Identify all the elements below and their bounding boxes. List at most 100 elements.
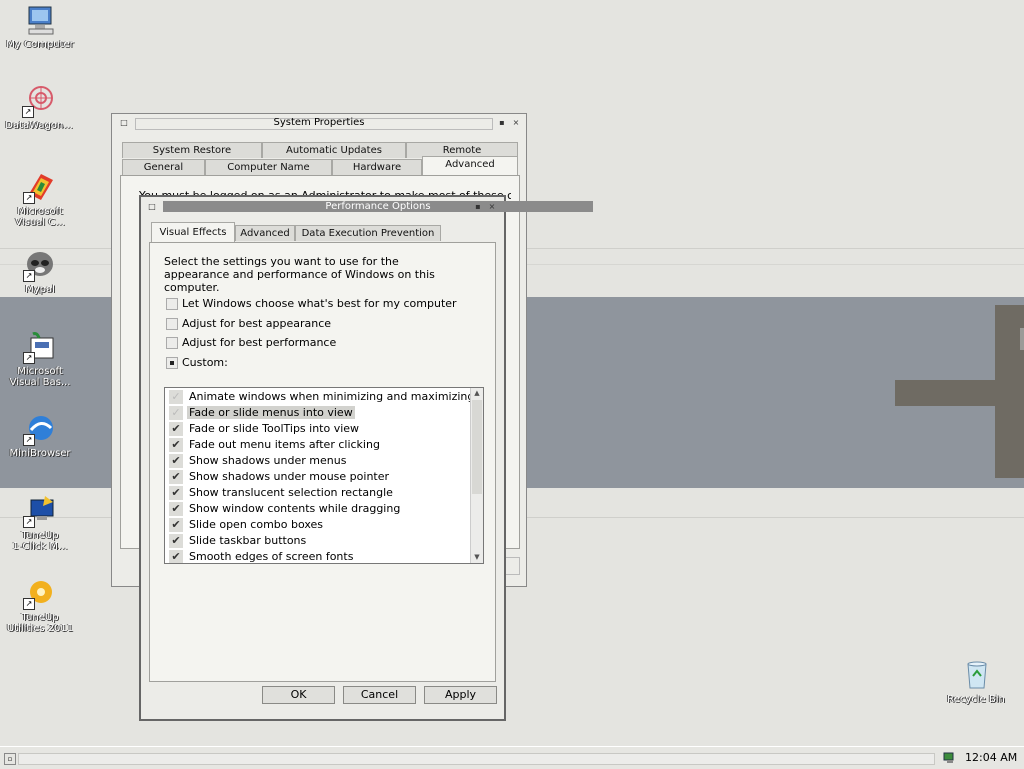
- tab-advanced[interactable]: Advanced: [235, 225, 295, 241]
- close-icon[interactable]: ×: [487, 202, 497, 212]
- desktop-icon-visual-basic[interactable]: ↗ Microsoft Visual Bas...: [1, 330, 79, 388]
- checkbox[interactable]: ✔: [169, 470, 183, 484]
- computer-icon: [23, 3, 57, 37]
- tab-visual-effects[interactable]: Visual Effects: [151, 222, 235, 242]
- safely-remove-hardware-icon[interactable]: [942, 750, 956, 764]
- visual-effects-list[interactable]: ✓ Animate windows when minimizing and max…: [164, 387, 484, 564]
- list-item[interactable]: ✔ Smooth edges of screen fonts: [169, 549, 353, 563]
- checkbox[interactable]: ✔: [169, 518, 183, 532]
- start-menu-icon[interactable]: ▫: [4, 753, 16, 765]
- maximize-icon[interactable]: ▪: [497, 118, 507, 128]
- checkbox[interactable]: ✔: [169, 502, 183, 516]
- recycle-bin-icon: [959, 658, 993, 692]
- visual-basic-icon: ↗: [23, 330, 57, 364]
- window-menu-icon[interactable]: □: [147, 202, 157, 212]
- shortcut-arrow-icon: ↗: [23, 434, 35, 446]
- desktop-icon-my-computer[interactable]: My Computer: [1, 3, 79, 50]
- radio-button[interactable]: [166, 337, 178, 349]
- tab-data-execution-prevention[interactable]: Data Execution Prevention: [295, 225, 441, 241]
- list-item[interactable]: ✓ Fade or slide menus into view: [169, 405, 355, 421]
- checkbox[interactable]: ✓: [169, 406, 183, 420]
- desktop-icon-label: DataWagon...: [5, 120, 73, 131]
- apply-button[interactable]: Apply: [424, 686, 497, 704]
- radio-best-appearance[interactable]: Adjust for best appearance: [166, 317, 331, 330]
- desktop-icon-tuneup-utilities[interactable]: ↗ TuneUp Utilities 2011: [1, 576, 79, 634]
- list-item[interactable]: ✔ Slide open combo boxes: [169, 517, 323, 533]
- scroll-thumb[interactable]: [472, 400, 482, 494]
- taskbar: ▫ 12:04 AM: [0, 746, 1024, 769]
- list-item[interactable]: ✔ Slide taskbar buttons: [169, 533, 306, 549]
- radio-button[interactable]: [166, 298, 178, 310]
- list-item[interactable]: ✔ Show window contents while dragging: [169, 501, 400, 517]
- radio-label: Adjust for best appearance: [182, 317, 332, 330]
- radio-label: Let Windows choose what's best for my co…: [182, 297, 457, 310]
- task-button-area[interactable]: [18, 753, 935, 765]
- scroll-up-icon[interactable]: ▲: [471, 388, 483, 399]
- desktop-icon-label: My Computer: [6, 39, 74, 50]
- radio-label: Adjust for best performance: [182, 336, 337, 349]
- checkbox[interactable]: ✔: [169, 438, 183, 452]
- desktop-icon-label: Microsoft Visual Bas...: [9, 366, 71, 388]
- checkbox[interactable]: ✓: [169, 390, 183, 404]
- visual-effects-panel: Select the settings you want to use for …: [149, 242, 496, 682]
- tuneup-gear-icon: ↗: [23, 576, 57, 610]
- scroll-down-icon[interactable]: ▼: [471, 552, 483, 563]
- radio-label: Custom:: [182, 356, 228, 369]
- visual-studio-icon: ↗: [23, 170, 57, 204]
- list-item[interactable]: ✔ Fade out menu items after clicking: [169, 437, 380, 453]
- radio-let-windows-choose[interactable]: Let Windows choose what's best for my co…: [166, 297, 457, 310]
- radio-button[interactable]: [166, 318, 178, 330]
- desktop-icon-datawagon[interactable]: ↗ DataWagon...: [0, 84, 78, 131]
- desktop-icon-tuneup-1click[interactable]: ↗ TuneUp 1-Click M...: [1, 494, 79, 552]
- checkbox[interactable]: ✔: [169, 454, 183, 468]
- description-text: Select the settings you want to use for …: [164, 255, 435, 294]
- radio-button[interactable]: [166, 357, 178, 369]
- tab-advanced[interactable]: Advanced: [422, 156, 518, 175]
- desktop-icon-label: MiniBrowser: [9, 448, 71, 459]
- checkbox[interactable]: ✔: [169, 486, 183, 500]
- shortcut-arrow-icon: ↗: [23, 270, 35, 282]
- desktop-icon-recycle-bin[interactable]: Recycle Bin: [937, 658, 1015, 705]
- radio-best-performance[interactable]: Adjust for best performance: [166, 336, 336, 349]
- tab-general[interactable]: General: [122, 159, 205, 175]
- checkbox[interactable]: ✔: [169, 550, 183, 563]
- title-bar[interactable]: □ System Properties ▪ ×: [115, 117, 523, 130]
- desktop-icon-visual-cpp[interactable]: ↗ Microsoft Visual C...: [1, 170, 79, 228]
- ok-button[interactable]: OK: [262, 686, 335, 704]
- desktop-icon-minibrowser[interactable]: ↗ MiniBrowser: [1, 412, 79, 459]
- list-item[interactable]: ✔ Show shadows under mouse pointer: [169, 469, 389, 485]
- shortcut-arrow-icon: ↗: [23, 516, 35, 528]
- globe-icon: ↗: [23, 412, 57, 446]
- list-item[interactable]: ✔ Fade or slide ToolTips into view: [169, 421, 359, 437]
- list-item[interactable]: ✔ Show shadows under menus: [169, 453, 346, 469]
- tuneup-monitor-icon: ↗: [23, 494, 57, 528]
- tab-hardware[interactable]: Hardware: [332, 159, 422, 175]
- desktop-icon-label: TuneUp 1-Click M...: [12, 530, 68, 552]
- close-icon[interactable]: ×: [511, 118, 521, 128]
- desktop-icon-label: Microsoft Visual C...: [15, 206, 65, 228]
- desktop-icon-mypal[interactable]: ↗ Mypal: [1, 248, 79, 295]
- checkbox[interactable]: ✔: [169, 534, 183, 548]
- window-title: System Properties: [273, 117, 365, 128]
- performance-options-dialog: □ Performance Options ▪ × Visual Effects…: [139, 195, 593, 721]
- vertical-scrollbar[interactable]: ▲ ▼: [470, 388, 483, 563]
- tab-computer-name[interactable]: Computer Name: [205, 159, 332, 175]
- list-item[interactable]: ✔ Show translucent selection rectangle: [169, 485, 393, 501]
- shortcut-arrow-icon: ↗: [22, 106, 34, 118]
- shortcut-arrow-icon: ↗: [23, 352, 35, 364]
- list-item[interactable]: ✓ Animate windows when minimizing and max…: [169, 389, 474, 405]
- title-bar[interactable]: Performance Options: [163, 201, 593, 212]
- flower-icon: ↗: [22, 84, 56, 118]
- wallpaper-shape: [1020, 328, 1024, 350]
- maximize-icon[interactable]: ▪: [473, 202, 483, 212]
- tab-system-restore[interactable]: System Restore: [122, 142, 262, 158]
- checkbox[interactable]: ✔: [169, 422, 183, 436]
- tab-automatic-updates[interactable]: Automatic Updates: [262, 142, 406, 158]
- clock[interactable]: 12:04 AM: [965, 751, 1017, 764]
- radio-custom[interactable]: Custom:: [166, 356, 228, 369]
- dialog-title: Performance Options: [325, 201, 431, 212]
- desktop-icon-label: TuneUp Utilities 2011: [6, 612, 74, 634]
- shortcut-arrow-icon: ↗: [23, 192, 35, 204]
- wallpaper-shape: [895, 380, 1024, 406]
- cancel-button[interactable]: Cancel: [343, 686, 416, 704]
